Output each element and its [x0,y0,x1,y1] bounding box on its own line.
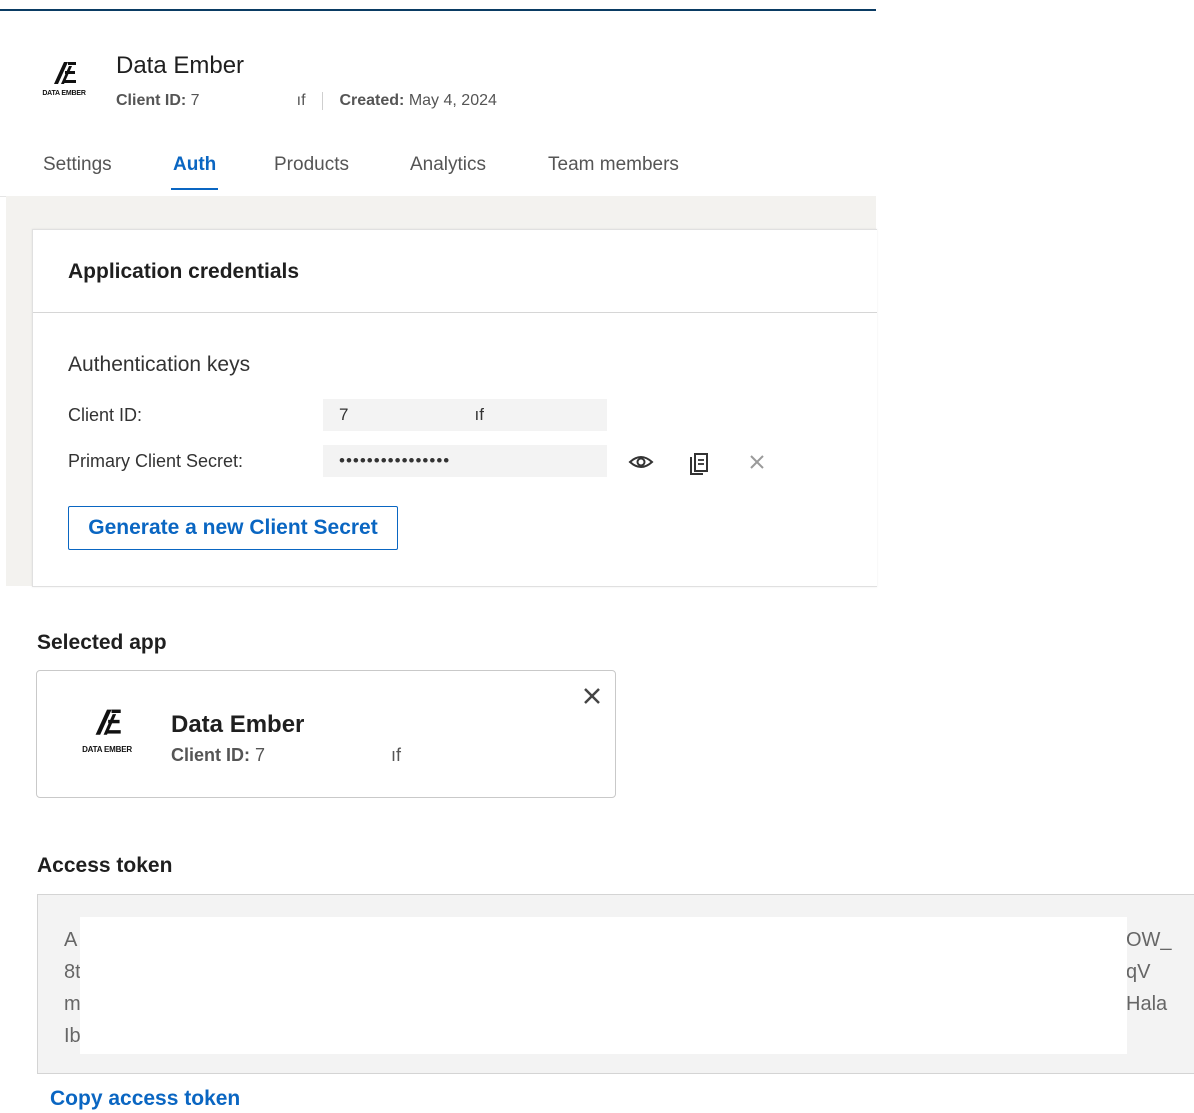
token-line-3-start: m [64,993,81,1015]
selected-app-heading: Selected app [37,631,167,654]
access-token-heading: Access token [37,854,173,877]
selected-app-name: Data Ember [171,711,305,738]
client-id-label: Client ID: [171,745,250,765]
copy-icon [690,453,708,475]
delete-secret-button[interactable] [743,448,771,476]
client-id-start: 7 [190,92,200,110]
token-line-1-end: OW_ [1126,929,1172,951]
meta-separator [322,92,324,110]
tab-analytics[interactable]: Analytics [410,154,486,190]
client-id-row-label: Client ID: [68,405,143,425]
tab-auth[interactable]: Auth [170,154,219,190]
copy-access-token-link[interactable]: Copy access token [50,1087,240,1111]
logo-caption: DATA EMBER [82,745,132,754]
card-divider [33,312,877,313]
tab-bar: Settings Auth Products Analytics Team me… [0,148,876,197]
created-value: May 4, 2024 [408,92,497,110]
primary-secret-field[interactable]: •••••••••••••••• [323,445,607,477]
token-redaction [80,917,1127,1054]
data-ember-logo-icon [54,62,76,84]
client-id-field-end: ıf [474,405,484,424]
close-icon [584,688,600,704]
client-id-value: 7 [191,92,297,110]
selected-app-card: DATA EMBER Data Ember Client ID: 7 ıf [36,670,616,798]
client-id-label: Client ID: [116,92,187,110]
card-title: Application credentials [68,260,300,283]
client-id-end: ıf [391,745,402,765]
app-logo: DATA EMBER [36,58,92,102]
token-line-2-end: qV [1126,961,1151,983]
selected-app-logo: DATA EMBER [77,705,137,754]
close-icon [750,455,764,469]
app-title: Data Ember [116,52,245,79]
application-credentials-card: Application credentials Authentication k… [32,229,877,587]
client-id-end: ıf [296,92,306,110]
client-id-field[interactable]: 7 ıf [323,399,607,431]
app-header: DATA EMBER Data Ember Client ID: 7 ıf Cre… [36,50,876,120]
access-token-box[interactable]: A 8t m Ib OW_ qV Hala [37,894,1194,1074]
authentication-keys-heading: Authentication keys [68,353,251,376]
data-ember-logo-icon [95,709,121,735]
token-line-2-start: 8t [64,961,81,983]
app-meta: Client ID: 7 ıf Created: May 4, 2024 [116,92,497,110]
tab-products[interactable]: Products [274,154,349,190]
generate-client-secret-button[interactable]: Generate a new Client Secret [68,506,398,550]
tab-team-members[interactable]: Team members [548,154,679,190]
logo-caption: DATA EMBER [42,90,86,97]
client-id-start: 7 [255,745,266,765]
copy-secret-button[interactable] [685,448,713,476]
token-line-4-start: Ib [64,1025,81,1047]
top-rule [0,9,876,11]
eye-icon [628,456,654,468]
token-line-3-end: Hala [1126,993,1168,1015]
tab-settings[interactable]: Settings [43,154,112,190]
selected-app-meta: Client ID: 7 ıf [171,745,401,766]
primary-secret-row-label: Primary Client Secret: [68,451,244,471]
created-label: Created: [339,92,405,110]
show-secret-button[interactable] [627,448,655,476]
deselect-app-button[interactable] [581,685,603,707]
token-line-1-start: A [64,929,78,951]
client-id-field-start: 7 [339,405,349,424]
